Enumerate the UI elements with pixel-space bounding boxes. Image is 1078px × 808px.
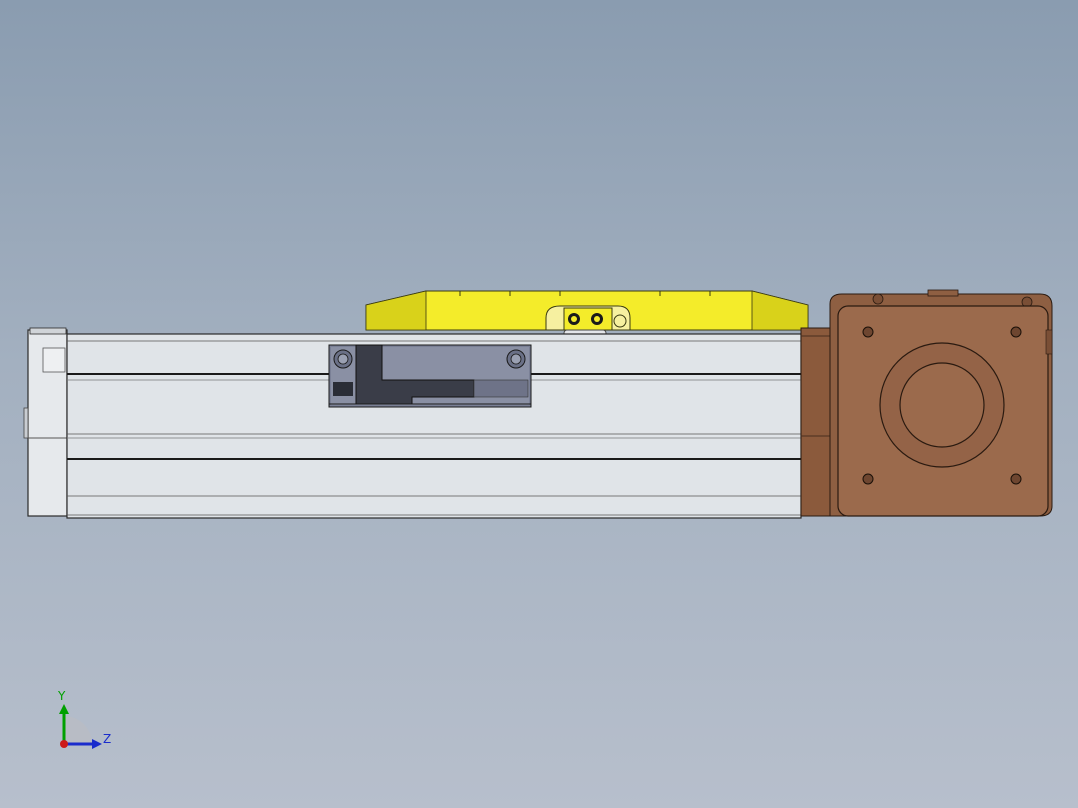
graphics-viewport[interactable]: Y Z xyxy=(0,0,1078,808)
triad-y-label: Y xyxy=(58,689,66,703)
coordinate-triad xyxy=(59,704,102,749)
sensor-bracket[interactable] xyxy=(328,344,532,408)
triad-z-label: Z xyxy=(103,732,112,746)
servo-motor[interactable] xyxy=(829,289,1053,517)
cad-model[interactable] xyxy=(0,0,1078,808)
